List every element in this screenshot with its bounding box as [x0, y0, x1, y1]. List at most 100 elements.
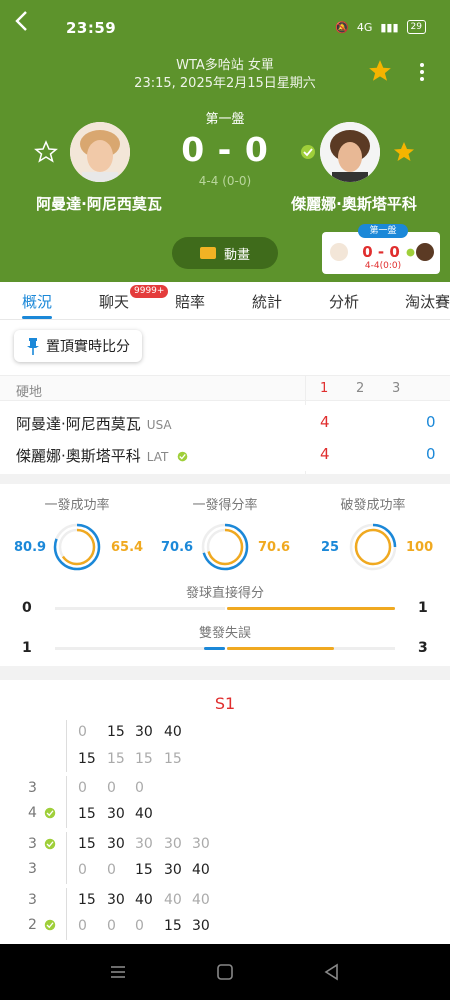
back-arrow-icon[interactable] [12, 8, 32, 34]
pbp-separator [66, 720, 67, 772]
scoreboard-row-player1: 阿曼達·阿尼西莫瓦 USA 4 0 [0, 405, 450, 439]
stat-title: 一發成功率 [44, 498, 110, 513]
more-menu-icon[interactable] [416, 60, 428, 84]
stat-left-value: 25 [321, 540, 340, 555]
animation-label: 動畫 [223, 247, 250, 263]
stat-right-value: 100 [406, 540, 434, 555]
pbp-game-score: 3 [28, 780, 37, 796]
row-set1-score: 4 [320, 413, 330, 431]
player1-photo [70, 122, 130, 182]
game-score: 4-4 (0-0) [198, 174, 252, 188]
pbp-separator [66, 776, 67, 828]
favorite-star-icon[interactable] [367, 58, 393, 84]
network-icon: 4G [356, 20, 373, 34]
tab-analysis[interactable]: 分析 [329, 291, 359, 312]
pin-icon [27, 338, 39, 355]
row-player-name: 阿曼達·阿尼西莫瓦 [16, 415, 141, 433]
status-icons: 🔕 4G ▮▮▮ 29 [335, 20, 426, 34]
menu-icon[interactable] [108, 962, 128, 982]
scoreboard-row-player2: 傑麗娜·奧斯塔平科 LAT 4 0 [0, 437, 450, 471]
stat-ring [53, 523, 101, 571]
battery-icon: 29 [406, 20, 426, 34]
pbp-point: 30 [107, 892, 125, 908]
match-header: 23:59 🔕 4G ▮▮▮ 29 WTA多哈站 女單 23:15, 2025年… [0, 0, 450, 282]
pbp-point: 15 [135, 862, 153, 878]
bar-track-left [55, 647, 225, 650]
pbp-point: 0 [78, 724, 87, 740]
bar-right-value: 1 [418, 600, 428, 616]
tab-chat[interactable]: 聊天 [99, 291, 129, 312]
bar-right-value: 3 [418, 640, 428, 656]
stat-left-value: 70.6 [161, 540, 194, 555]
pbp-point: 15 [164, 918, 182, 934]
pbp-point: 0 [78, 918, 87, 934]
stat-title: 破發成功率 [340, 498, 406, 513]
player2-name[interactable]: 傑麗娜·奧斯塔平科 [258, 193, 450, 214]
mini-score: 0 - 0 [362, 243, 400, 261]
pbp-point: 30 [164, 862, 182, 878]
stat-left-value: 80.9 [14, 540, 47, 555]
stat-ring [349, 523, 397, 571]
home-icon[interactable] [215, 962, 235, 982]
back-icon[interactable] [322, 962, 342, 982]
pbp-point: 30 [107, 836, 125, 852]
set-col-2: 2 [356, 381, 365, 396]
animation-button[interactable]: 動畫 [172, 237, 278, 269]
bar-left-value: 0 [22, 600, 32, 616]
bar-fill-left [204, 647, 225, 650]
bar-track-left [55, 607, 225, 610]
player1-avatar[interactable] [70, 122, 130, 182]
bar-stat-title: 發球直接得分 [185, 586, 264, 601]
set-col-3: 3 [392, 381, 401, 396]
row-player-name: 傑麗娜·奧斯塔平科 [16, 447, 141, 465]
game-won-check-icon [44, 838, 56, 850]
row-name-wrap: 傑麗娜·奧斯塔平科 LAT [16, 445, 188, 466]
game-won-check-icon [44, 919, 56, 931]
mini-score-card[interactable]: 第一盤 0 - 0 4-4(0:0) [322, 224, 440, 274]
system-nav-bar [0, 944, 450, 1000]
tab-knockout[interactable]: 淘汰賽 [405, 291, 450, 312]
pbp-point: 0 [78, 862, 87, 878]
pbp-point: 0 [107, 862, 116, 878]
pbp-point: 40 [135, 806, 153, 822]
pbp-point: 30 [164, 836, 182, 852]
player1-name[interactable]: 阿曼達·阿尼西莫瓦 [0, 193, 198, 214]
mini-games: 4-4(0:0) [364, 261, 402, 271]
stat-title: 一發得分率 [192, 498, 258, 513]
game-won-check-icon [44, 807, 56, 819]
tab-odds[interactable]: 賠率 [175, 291, 205, 312]
pbp-point: 30 [107, 806, 125, 822]
tab-overview[interactable]: 概況 [22, 291, 52, 312]
stat-right-value: 70.6 [258, 540, 291, 555]
chat-count-badge: 9999+ [130, 285, 169, 298]
pbp-point: 0 [135, 780, 144, 796]
mini-serve-icon [406, 248, 415, 257]
bar-fill-right [227, 607, 395, 610]
player2-favorite-star-icon[interactable] [392, 140, 416, 164]
tab-stats[interactable]: 統計 [252, 291, 282, 312]
row-point-score: 0 [426, 413, 436, 431]
player1-favorite-star-icon[interactable] [34, 140, 58, 164]
pbp-set-title: S1 [214, 694, 236, 713]
set-col-1: 1 [320, 381, 329, 396]
row-point-score: 0 [426, 445, 436, 463]
pbp-point: 40 [135, 892, 153, 908]
pbp-point: 30 [135, 836, 153, 852]
pbp-point: 15 [107, 751, 125, 767]
pbp-game-score: 3 [28, 861, 37, 877]
pin-live-score-button[interactable]: 置頂實時比分 [14, 330, 142, 362]
app-root: 23:59 🔕 4G ▮▮▮ 29 WTA多哈站 女單 23:15, 2025年… [0, 0, 450, 1000]
bar-fill-right [227, 647, 334, 650]
row-set1-score: 4 [320, 445, 330, 463]
pbp-point: 40 [192, 862, 210, 878]
pin-button-label: 置頂實時比分 [46, 339, 130, 355]
point-by-point-panel [0, 680, 450, 944]
pbp-point: 40 [164, 892, 182, 908]
player2-avatar[interactable] [320, 122, 380, 182]
stat-ring [201, 523, 249, 571]
pbp-point: 0 [107, 780, 116, 796]
pbp-point: 0 [107, 918, 116, 934]
stat-right-value: 65.4 [111, 540, 144, 555]
pbp-point: 40 [164, 724, 182, 740]
pbp-game-score: 3 [28, 836, 37, 852]
